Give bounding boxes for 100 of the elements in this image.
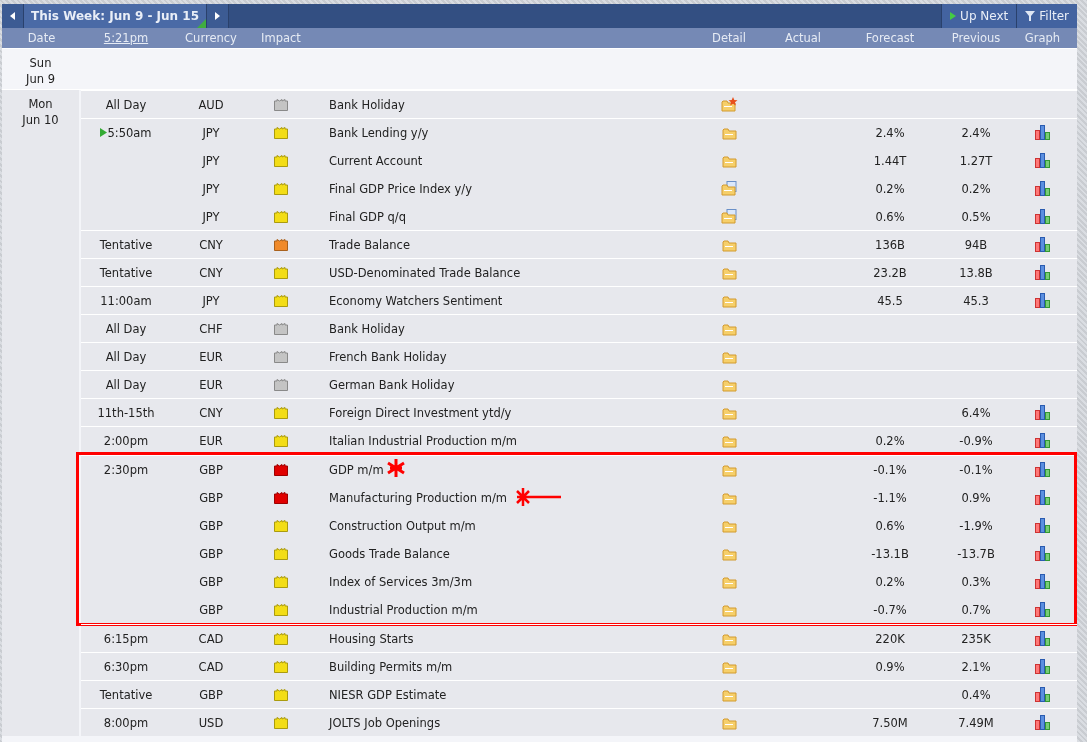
column-header: Date (26, 31, 57, 45)
event-time: Tentative (99, 265, 153, 280)
forecast-value: 0.6% (875, 518, 905, 533)
bar-chart-icon[interactable] (1035, 659, 1050, 674)
week-title[interactable]: This Week: Jun 9 - Jun 15 (24, 4, 207, 28)
folder-icon[interactable] (721, 433, 737, 448)
bar-chart-icon[interactable] (1035, 602, 1050, 617)
previous-value: 94B (964, 237, 988, 252)
event-title[interactable]: Bank Lending y/y (329, 125, 429, 140)
event-title[interactable]: Industrial Production m/m (329, 602, 478, 617)
folder-icon[interactable] (721, 153, 737, 168)
forecast-value: 0.2% (875, 574, 905, 589)
folder-icon[interactable] (721, 631, 737, 646)
folder-icon[interactable] (721, 349, 737, 364)
bar-chart-icon[interactable] (1035, 153, 1050, 168)
bar-chart-icon[interactable] (1035, 293, 1050, 308)
event-title[interactable]: Economy Watchers Sentiment (329, 293, 503, 308)
event-title[interactable]: Final GDP q/q (329, 209, 406, 224)
event-title[interactable]: Foreign Direct Investment ytd/y (329, 405, 512, 420)
folder-icon[interactable] (721, 377, 737, 392)
previous-value: -0.9% (959, 433, 993, 448)
event-title[interactable]: Bank Holiday (329, 97, 405, 112)
event-title[interactable]: JOLTS Job Openings (329, 715, 441, 730)
event-title[interactable]: Current Account (329, 153, 423, 168)
folder-icon[interactable] (721, 574, 737, 589)
event-title[interactable]: Index of Services 3m/3m (329, 574, 473, 589)
bar-chart-icon[interactable] (1035, 237, 1050, 252)
currency-code: JPY (202, 181, 220, 196)
currency-code: JPY (202, 153, 220, 168)
column-header: Impact (260, 31, 302, 45)
folder-icon[interactable] (721, 659, 737, 674)
bar-chart-icon[interactable] (1035, 715, 1050, 730)
folder-document-icon[interactable] (720, 209, 738, 224)
folder-icon[interactable] (721, 293, 737, 308)
event-title[interactable]: Bank Holiday (329, 321, 405, 336)
forecast-value: 45.5 (877, 293, 903, 308)
bar-chart-icon[interactable] (1035, 490, 1050, 505)
bar-chart-icon[interactable] (1035, 433, 1050, 448)
currency-code: USD (198, 715, 224, 730)
bar-chart-icon[interactable] (1035, 181, 1050, 196)
folder-icon[interactable] (721, 518, 737, 533)
bar-chart-icon[interactable] (1035, 462, 1050, 477)
event-title[interactable]: Italian Industrial Production m/m (329, 433, 518, 448)
bar-chart-icon[interactable] (1035, 518, 1050, 533)
folder-icon[interactable] (721, 462, 737, 477)
folder-icon[interactable] (721, 546, 737, 561)
filter-button[interactable]: Filter (1016, 4, 1077, 28)
previous-value: -0.1% (959, 462, 993, 477)
event-title[interactable]: Manufacturing Production m/m (329, 490, 508, 505)
bar-chart-icon[interactable] (1035, 125, 1050, 140)
play-icon (950, 12, 957, 20)
forecast-value: 23.2B (873, 265, 907, 280)
folder-icon[interactable] (721, 602, 737, 617)
bar-chart-icon[interactable] (1035, 209, 1050, 224)
bar-chart-icon[interactable] (1035, 687, 1050, 702)
folder-icon[interactable] (721, 490, 737, 505)
bar-chart-icon[interactable] (1035, 631, 1050, 646)
folder-document-icon[interactable] (720, 181, 738, 196)
event-title[interactable]: German Bank Holiday (329, 377, 455, 392)
bar-chart-icon[interactable] (1035, 405, 1050, 420)
event-title[interactable]: GDP m/m (329, 462, 384, 477)
folder-icon[interactable] (721, 687, 737, 702)
forecast-value: 136B (875, 237, 905, 252)
previous-week-button[interactable] (2, 4, 24, 28)
currency-code: CNY (199, 237, 223, 252)
folder-icon[interactable] (721, 237, 737, 252)
event-title[interactable]: Goods Trade Balance (329, 546, 450, 561)
event-title[interactable]: USD-Denominated Trade Balance (329, 265, 521, 280)
previous-value: -13.7B (957, 546, 995, 561)
bar-chart-icon[interactable] (1035, 546, 1050, 561)
previous-value: 45.3 (963, 293, 989, 308)
next-week-button[interactable] (207, 4, 229, 28)
event-title[interactable]: NIESR GDP Estimate (329, 687, 447, 702)
event-title[interactable]: Housing Starts (329, 631, 414, 646)
bar-chart-icon[interactable] (1035, 265, 1050, 280)
event-title[interactable]: Construction Output m/m (329, 518, 476, 533)
up-next-button[interactable]: Up Next (941, 4, 1017, 28)
folder-icon[interactable] (721, 265, 737, 280)
left-arrow-icon (10, 12, 15, 20)
event-title[interactable]: French Bank Holiday (329, 349, 447, 364)
currency-code: EUR (199, 349, 223, 364)
previous-value: 1.27T (959, 153, 993, 168)
event-time: 2:30pm (103, 462, 149, 477)
currency-code: GBP (199, 546, 223, 561)
bar-chart-icon[interactable] (1035, 574, 1050, 589)
event-time: 6:30pm (103, 659, 149, 674)
previous-value: 2.1% (961, 659, 991, 674)
folder-icon[interactable] (721, 125, 737, 140)
event-title[interactable]: Final GDP Price Index y/y (329, 181, 473, 196)
event-title[interactable]: Building Permits m/m (329, 659, 453, 674)
event-time: 8:00pm (103, 715, 149, 730)
event-time: All Day (105, 321, 147, 336)
event-time: 11th-15th (97, 405, 155, 420)
folder-icon[interactable] (721, 321, 737, 336)
folder-icon[interactable] (721, 715, 737, 730)
currency-code: GBP (199, 490, 223, 505)
event-title[interactable]: Trade Balance (329, 237, 410, 252)
right-arrow-icon (215, 12, 220, 20)
folder-icon[interactable] (721, 405, 737, 420)
folder-star-icon[interactable] (720, 96, 738, 113)
